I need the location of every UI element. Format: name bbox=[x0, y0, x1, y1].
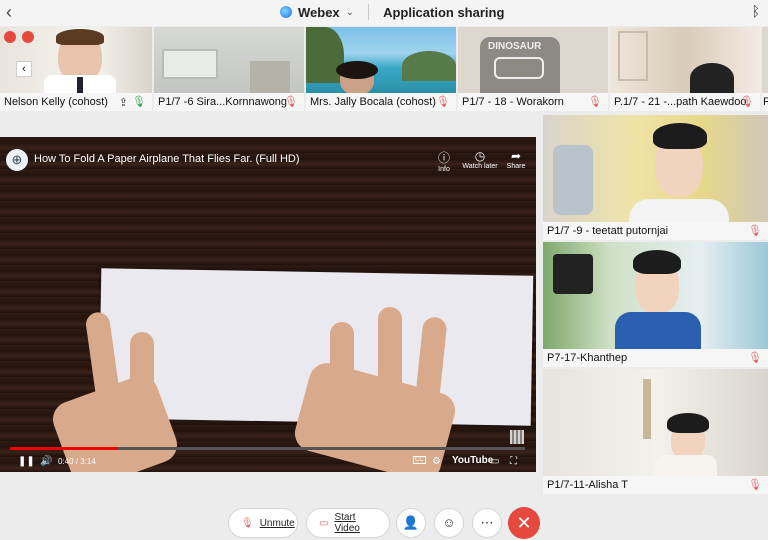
participant-tile[interactable]: P.1/7 - 21 -...path Kaewdoo 🎙 bbox=[610, 27, 760, 111]
right-finger bbox=[378, 307, 402, 427]
mic-muted-icon: 🎙 bbox=[740, 96, 754, 108]
volume-icon[interactable]: 🔊 bbox=[40, 456, 52, 467]
participant-tile[interactable]: F bbox=[762, 27, 768, 111]
participant-panel[interactable]: P1/7 -9 - teetatt putornjai 🎙 bbox=[543, 115, 768, 240]
participant-video: DINOSAUR bbox=[458, 27, 608, 97]
participant-video bbox=[543, 115, 768, 229]
start-video-button[interactable]: ▭ Start Video bbox=[306, 508, 390, 538]
title-divider bbox=[368, 4, 370, 20]
participant-video bbox=[543, 242, 768, 352]
channel-logo-icon[interactable]: ⊕ bbox=[6, 149, 28, 171]
participant-panel[interactable]: P1/7-11-Alisha T 🎙 bbox=[543, 369, 768, 494]
participant-name: P1/7 -6 Sira...Kornnawong bbox=[154, 93, 304, 111]
meeting-controls: 🎙 Unmute ▭ Start Video 👤 ☺ ⋯ ✕ bbox=[0, 505, 768, 540]
mute-icon[interactable] bbox=[4, 31, 16, 43]
participant-panel[interactable]: P7-17-Khanthep 🎙 bbox=[543, 242, 768, 367]
right-finger bbox=[330, 322, 354, 432]
top-bar: ‹ Webex ⌄ Application sharing ᛒ bbox=[0, 0, 768, 26]
participant-tile[interactable]: DINOSAUR P1/7 - 18 - Worakorn 🎙 bbox=[458, 27, 608, 111]
participant-name: P.1/7 - 21 -...path Kaewdoo bbox=[610, 93, 760, 111]
participant-video bbox=[762, 27, 768, 93]
shirt-text: DINOSAUR bbox=[488, 41, 542, 52]
participant-video bbox=[154, 27, 304, 93]
share-label: Share bbox=[506, 163, 526, 170]
cast-icon[interactable]: ▭ bbox=[490, 456, 499, 467]
pause-icon[interactable]: ❚❚ bbox=[18, 456, 35, 467]
smiley-icon: ☺ bbox=[442, 515, 456, 530]
share-icon: ➦ bbox=[510, 149, 522, 163]
participant-name: F bbox=[762, 93, 768, 111]
video-title-bar: ⊕ How To Fold A Paper Airplane That Flie… bbox=[0, 143, 536, 173]
camera-off-icon[interactable] bbox=[22, 31, 34, 43]
app-name-dropdown[interactable]: Webex bbox=[298, 5, 340, 20]
watch-later-label: Watch later bbox=[462, 163, 498, 170]
participant-tile[interactable]: Mrs. Jally Bocala (cohost) 🎙 bbox=[306, 27, 456, 111]
video-progress-bar[interactable] bbox=[10, 447, 525, 450]
participant-video bbox=[306, 27, 456, 95]
end-call-button[interactable]: ✕ bbox=[508, 507, 540, 539]
scroll-left-button[interactable]: ‹ bbox=[16, 61, 32, 77]
video-title[interactable]: How To Fold A Paper Airplane That Flies … bbox=[34, 153, 300, 165]
participant-name: P1/7 - 18 - Worakorn bbox=[458, 93, 608, 111]
cc-icon[interactable]: CC bbox=[413, 456, 426, 464]
participant-strip[interactable]: ‹ Nelson Kelly (cohost) ⇪ 🎙 P1/7 -6 Sira… bbox=[0, 27, 768, 111]
mic-muted-icon: 🎙 bbox=[748, 479, 762, 491]
participant-name: Nelson Kelly (cohost) bbox=[0, 93, 152, 111]
close-icon: ✕ bbox=[516, 513, 532, 533]
chevron-down-icon[interactable]: ⌄ bbox=[346, 7, 354, 18]
webex-logo-icon bbox=[280, 6, 292, 18]
info-label: Info bbox=[438, 166, 450, 173]
participant-name: P1/7-11-Alisha T bbox=[543, 476, 768, 494]
more-button[interactable]: ⋯ bbox=[472, 508, 502, 538]
progress-fill bbox=[10, 447, 119, 450]
participant-name: Mrs. Jally Bocala (cohost) bbox=[306, 93, 456, 111]
participant-name: P1/7 -9 - teetatt putornjai bbox=[543, 222, 768, 240]
mic-muted-icon: 🎙 bbox=[284, 96, 298, 108]
start-video-label: Start Video bbox=[334, 512, 360, 534]
mic-muted-icon: 🎙 bbox=[241, 517, 254, 529]
participants-button[interactable]: 👤 bbox=[396, 508, 426, 538]
left-finger bbox=[130, 332, 154, 427]
back-icon[interactable]: ‹ bbox=[6, 2, 12, 23]
page-title: Application sharing bbox=[383, 4, 505, 20]
camera-off-icon: ▭ bbox=[319, 517, 329, 529]
mic-muted-icon: 🎙 bbox=[588, 96, 602, 108]
unmute-label: Unmute bbox=[259, 517, 295, 529]
qr-code-icon bbox=[510, 430, 524, 444]
participant-name: P7-17-Khanthep bbox=[543, 349, 768, 367]
unmute-button[interactable]: 🎙 Unmute bbox=[228, 508, 298, 538]
gear-icon[interactable]: ⚙ bbox=[432, 456, 441, 467]
bluetooth-icon: ᛒ bbox=[751, 3, 760, 19]
reactions-button[interactable]: ☺ bbox=[434, 508, 464, 538]
mic-muted-icon: 🎙 bbox=[748, 225, 762, 237]
share-icon: ⇪ bbox=[118, 97, 128, 109]
participant-video bbox=[543, 369, 768, 479]
participant-tile[interactable]: ‹ Nelson Kelly (cohost) ⇪ 🎙 bbox=[0, 27, 152, 111]
shared-video-player[interactable]: ⊕ How To Fold A Paper Airplane That Flie… bbox=[0, 137, 536, 472]
more-icon: ⋯ bbox=[480, 515, 494, 530]
participant-video bbox=[610, 27, 760, 93]
share-button[interactable]: ➦ Share bbox=[494, 149, 536, 170]
mic-muted-icon: 🎙 bbox=[748, 352, 762, 364]
video-controls: ❚❚ 🔊 0:40 / 3:14 CC ⚙ YouTube ▭ ⛶ bbox=[0, 452, 536, 472]
youtube-logo[interactable]: YouTube bbox=[452, 455, 493, 466]
header-title-group: Webex ⌄ Application sharing bbox=[280, 4, 504, 20]
fullscreen-icon[interactable]: ⛶ bbox=[510, 456, 517, 467]
mic-muted-icon: 🎙 bbox=[436, 96, 450, 108]
person-icon: 👤 bbox=[402, 515, 420, 530]
participant-tile[interactable]: P1/7 -6 Sira...Kornnawong 🎙 bbox=[154, 27, 304, 111]
mic-active-icon: 🎙 bbox=[132, 96, 146, 108]
video-time: 0:40 / 3:14 bbox=[58, 457, 96, 466]
